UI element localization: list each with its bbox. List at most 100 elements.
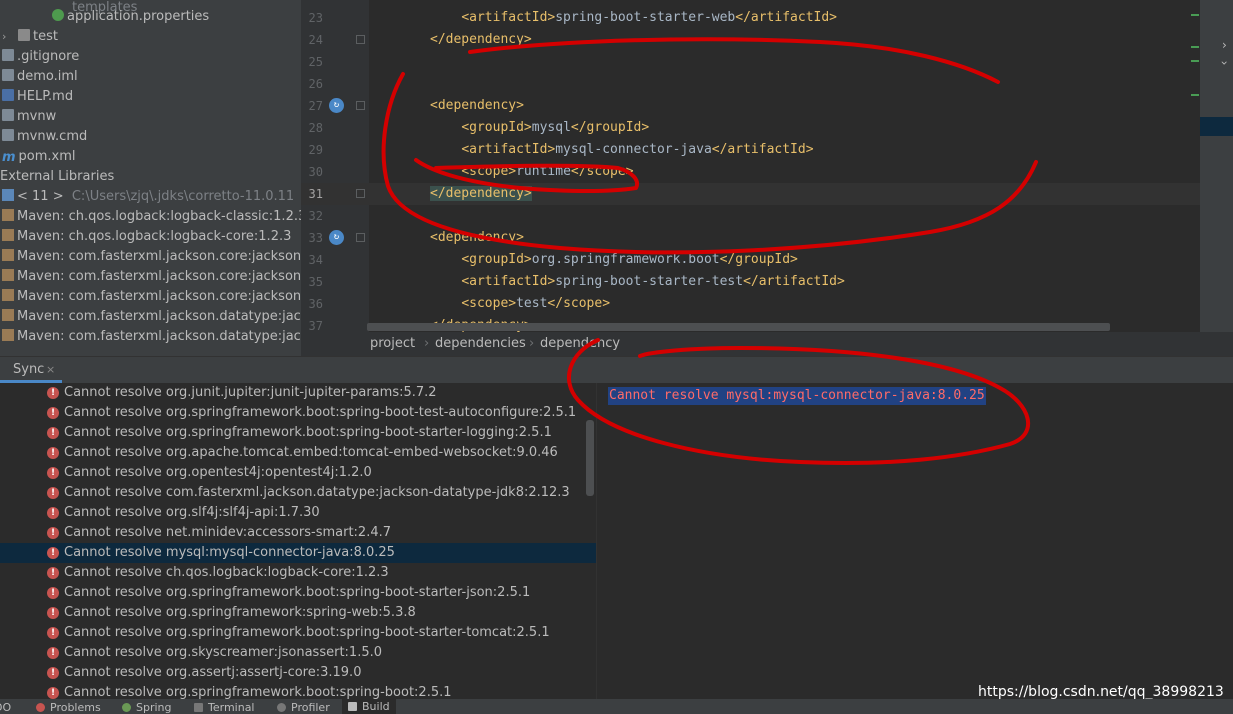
code-line[interactable]: 35 <artifactId>spring-boot-starter-test<… xyxy=(301,271,1201,293)
line-number[interactable]: 29 xyxy=(301,139,323,161)
fold-marker-icon[interactable] xyxy=(356,233,365,242)
line-number[interactable]: 31 xyxy=(301,183,323,205)
code-line[interactable]: 28 <groupId>mysql</groupId> xyxy=(301,117,1201,139)
fold-marker-icon[interactable] xyxy=(356,35,365,44)
tree-item-mvnw-cmd[interactable]: mvnw.cmd xyxy=(2,127,87,147)
code-line[interactable]: 29 <artifactId>mysql-connector-java</art… xyxy=(301,139,1201,161)
build-error-row[interactable]: ! Cannot resolve org.springframework:spri… xyxy=(0,603,596,623)
tree-item-mvnw[interactable]: mvnw xyxy=(2,107,56,127)
line-number[interactable]: 30 xyxy=(301,161,323,183)
line-number[interactable]: 25 xyxy=(301,51,323,73)
build-error-list[interactable]: ! Cannot resolve org.junit.jupiter:junit-… xyxy=(0,383,596,699)
build-error-row[interactable]: ! Cannot resolve org.apache.tomcat.embed:… xyxy=(0,443,596,463)
build-error-row[interactable]: ! Cannot resolve org.skyscreamer:jsonasse… xyxy=(0,643,596,663)
build-error-row[interactable]: ! Cannot resolve org.junit.jupiter:junit-… xyxy=(0,383,596,403)
tree-item-library[interactable]: Maven: com.fasterxml.jackson.datatype:ja… xyxy=(2,327,301,347)
line-number[interactable]: 23 xyxy=(301,7,323,29)
tree-item-library[interactable]: Maven: com.fasterxml.jackson.core:jackso… xyxy=(2,247,301,267)
build-error-row[interactable]: ! Cannot resolve mysql:mysql-connector-ja… xyxy=(0,543,596,563)
line-number[interactable]: 24 xyxy=(301,29,323,51)
tab-profiler[interactable]: Profiler xyxy=(277,701,330,714)
maven-sync-gutter-icon[interactable]: ↻ xyxy=(329,230,344,245)
code-line[interactable]: 33 ↻ <dependency> xyxy=(301,227,1201,249)
close-icon[interactable]: × xyxy=(46,357,55,383)
code-line[interactable]: 25 xyxy=(301,51,1201,73)
xml-tag: </groupId> xyxy=(570,120,650,135)
line-number[interactable]: 33 xyxy=(301,227,323,249)
chevron-right-icon[interactable]: › xyxy=(1222,38,1227,52)
tree-item-application-properties[interactable]: application.properties xyxy=(52,7,209,27)
line-number[interactable]: 34 xyxy=(301,249,323,271)
code-line[interactable]: 36 <scope>test</scope> xyxy=(301,293,1201,315)
problems-icon xyxy=(36,703,45,712)
code-line[interactable]: 34 <groupId>org.springframework.boot</gr… xyxy=(301,249,1201,271)
breadcrumb-dependency[interactable]: dependency xyxy=(540,332,620,356)
tree-item-pom-xml[interactable]: m pom.xml xyxy=(2,147,76,167)
line-number[interactable]: 35 xyxy=(301,271,323,293)
tab-build[interactable]: Build xyxy=(342,699,396,714)
code-line[interactable]: 23 <artifactId>spring-boot-starter-web</… xyxy=(301,7,1201,29)
module-file-icon xyxy=(2,69,14,81)
tree-item-library[interactable]: Maven: ch.qos.logback:logback-classic:1.… xyxy=(2,207,301,227)
build-error-row[interactable]: ! Cannot resolve org.assertj:assertj-core… xyxy=(0,663,596,683)
code-line[interactable]: 27 ↻ <dependency> xyxy=(301,95,1201,117)
code-line[interactable]: 32 xyxy=(301,205,1201,227)
build-error-row[interactable]: ! Cannot resolve org.opentest4j:opentest4… xyxy=(0,463,596,483)
line-number[interactable]: 28 xyxy=(301,117,323,139)
code-line[interactable]: 31 </dependency> xyxy=(301,183,1201,205)
tab-terminal[interactable]: Terminal xyxy=(194,701,255,714)
tree-item-demo-iml[interactable]: demo.iml xyxy=(2,67,78,87)
tree-item-external-libraries[interactable]: External Libraries xyxy=(0,167,114,187)
code-line[interactable]: 30 <scope>runtime</scope> xyxy=(301,161,1201,183)
line-number[interactable]: 37 xyxy=(301,315,323,332)
tree-item-test[interactable]: › test xyxy=(2,27,58,47)
tab-problems[interactable]: Problems xyxy=(36,701,101,714)
line-number[interactable]: 27 xyxy=(301,95,323,117)
build-error-row[interactable]: ! Cannot resolve org.springframework.boot… xyxy=(0,583,596,603)
build-error-row[interactable]: ! Cannot resolve org.springframework.boot… xyxy=(0,403,596,423)
build-error-row[interactable]: ! Cannot resolve org.springframework.boot… xyxy=(0,423,596,443)
line-number[interactable]: 26 xyxy=(301,73,323,95)
fold-marker-icon[interactable] xyxy=(356,189,365,198)
tree-item-library[interactable]: Maven: com.fasterxml.jackson.datatype:ja… xyxy=(2,307,301,327)
tree-item-library[interactable]: Maven: com.fasterxml.jackson.core:jackso… xyxy=(2,267,301,287)
xml-tag: <groupId> xyxy=(461,252,532,267)
breadcrumb-project[interactable]: project xyxy=(370,332,415,356)
build-error-row[interactable]: ! Cannot resolve com.fasterxml.jackson.da… xyxy=(0,483,596,503)
build-error-row[interactable]: ! Cannot resolve org.springframework.boot… xyxy=(0,683,596,699)
tree-item-jdk[interactable]: < 11 > C:\Users\zjq\.jdks\corretto-11.0.… xyxy=(2,187,294,207)
chevron-down-icon[interactable]: › xyxy=(1217,61,1231,66)
tree-item-library[interactable]: Maven: com.fasterxml.jackson.core:jackso… xyxy=(2,287,301,307)
build-error-row[interactable]: ! Cannot resolve org.slf4j:slf4j-api:1.7.… xyxy=(0,503,596,523)
fold-marker-icon[interactable] xyxy=(356,101,365,110)
maven-sync-gutter-icon[interactable]: ↻ xyxy=(329,98,344,113)
folder-icon xyxy=(18,29,30,41)
tab-todo[interactable]: DO xyxy=(0,701,11,714)
line-number[interactable]: 36 xyxy=(301,293,323,315)
error-icon: ! xyxy=(47,687,59,699)
horizontal-scrollbar[interactable] xyxy=(367,323,1110,331)
breadcrumb-dependencies[interactable]: dependencies xyxy=(435,332,526,356)
tab-spring[interactable]: Spring xyxy=(122,701,172,714)
code-line[interactable]: 26 xyxy=(301,73,1201,95)
error-icon: ! xyxy=(47,467,59,479)
library-icon xyxy=(2,289,14,301)
xml-tag: </artifactId> xyxy=(743,274,845,289)
xml-tag: </artifactId> xyxy=(711,142,814,157)
chevron-right-icon[interactable]: › xyxy=(2,27,12,47)
code-editor[interactable]: 23 <artifactId>spring-boot-starter-web</… xyxy=(301,0,1233,332)
tree-item-library[interactable]: Maven: ch.qos.logback:logback-core:1.2.3 xyxy=(2,227,291,247)
line-number[interactable]: 32 xyxy=(301,205,323,227)
build-error-row[interactable]: ! Cannot resolve ch.qos.logback:logback-c… xyxy=(0,563,596,583)
tree-item-gitignore[interactable]: .gitignore xyxy=(2,47,79,67)
build-error-text: Cannot resolve org.opentest4j:opentest4j… xyxy=(64,465,372,480)
code-line[interactable]: 24 </dependency> xyxy=(301,29,1201,51)
xml-tag: <scope> xyxy=(461,296,517,311)
tree-item-help-md[interactable]: HELP.md xyxy=(2,87,73,107)
xml-tag: <artifactId> xyxy=(461,142,556,157)
build-error-row[interactable]: ! Cannot resolve org.springframework.boot… xyxy=(0,623,596,643)
build-error-row[interactable]: ! Cannot resolve net.minidev:accessors-sm… xyxy=(0,523,596,543)
vertical-scrollbar[interactable] xyxy=(586,420,594,496)
